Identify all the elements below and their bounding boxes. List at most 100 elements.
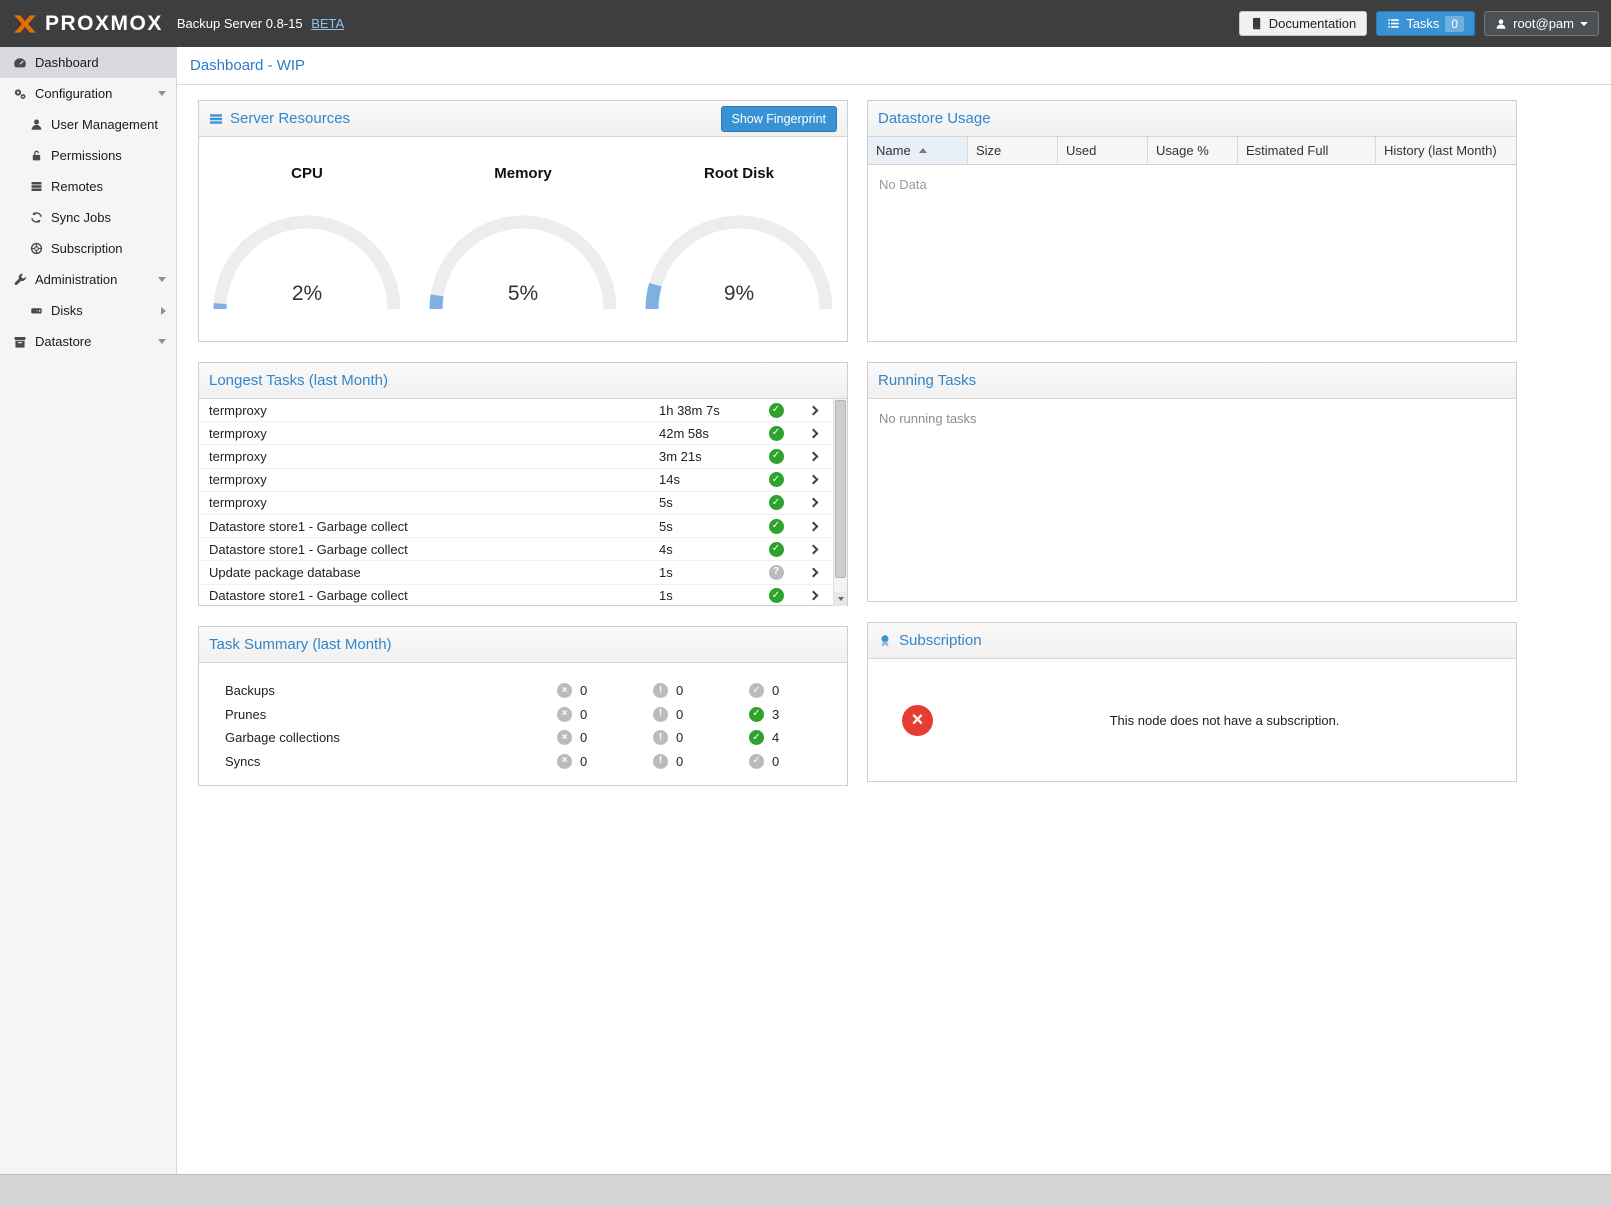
datastore-usage-title: Datastore Usage (878, 110, 991, 127)
column-label: Estimated Full (1246, 143, 1328, 158)
sidebar-item-label: User Management (51, 117, 158, 132)
vertical-scrollbar[interactable] (833, 399, 847, 606)
warning-icon: ! (653, 683, 668, 698)
task-name: termproxy (209, 403, 659, 418)
task-name: Datastore store1 - Garbage collect (209, 542, 659, 557)
task-row[interactable]: termproxy 14s ✓ (199, 469, 833, 492)
page-title: Dashboard - WIP (177, 47, 1611, 85)
dashboard-icon (12, 56, 28, 70)
sidebar-item-permissions[interactable]: Permissions (0, 140, 176, 171)
warning-count: 0 (676, 754, 683, 769)
task-name: Datastore store1 - Garbage collect (209, 519, 659, 534)
chevron-right-icon (808, 544, 818, 554)
product-label: Backup Server 0.8-15 (177, 16, 303, 31)
sidebar-item-user-management[interactable]: User Management (0, 109, 176, 140)
column-label: History (last Month) (1384, 143, 1497, 158)
sidebar-item-configuration[interactable]: Configuration (0, 78, 176, 109)
column-header-name[interactable]: Name (868, 137, 968, 164)
wrench-icon (12, 273, 28, 287)
user-menu-button[interactable]: root@pam (1484, 11, 1599, 36)
sidebar-item-remotes[interactable]: Remotes (0, 171, 176, 202)
ok-status-icon: ✓ (769, 542, 784, 557)
task-row[interactable]: termproxy 5s ✓ (199, 492, 833, 515)
task-row[interactable]: Update package database 1s ? (199, 561, 833, 584)
warning-count: 0 (676, 730, 683, 745)
top-bar: PROXMOX Backup Server 0.8-15 BETA Docume… (0, 0, 1611, 47)
task-name: termproxy (209, 472, 659, 487)
sidebar-item-disks[interactable]: Disks (0, 295, 176, 326)
scrollbar-thumb[interactable] (835, 400, 846, 578)
warning-count: 0 (676, 683, 683, 698)
chevron-down-icon (1580, 22, 1588, 26)
subscription-panel: Subscription × This node does not have a… (867, 622, 1517, 782)
task-duration: 5s (659, 519, 759, 534)
longest-tasks-panel: Longest Tasks (last Month) termproxy 1h … (198, 362, 848, 606)
chevron-right-icon (808, 567, 818, 577)
documentation-label: Documentation (1269, 17, 1356, 30)
sort-asc-icon (919, 148, 927, 153)
chevron-down-icon (158, 91, 166, 96)
unknown-status-icon: ? (769, 565, 784, 580)
gauge-label: CPU (207, 165, 407, 182)
beta-link[interactable]: BETA (311, 16, 344, 31)
product-version: Backup Server 0.8-15 BETA (177, 16, 344, 31)
proxmox-backup-app: PROXMOX Backup Server 0.8-15 BETA Docume… (0, 0, 1611, 1206)
summary-row: Garbage collections ×0 !0 ✓4 (225, 726, 847, 750)
show-fingerprint-button[interactable]: Show Fingerprint (721, 106, 838, 132)
user-icon (28, 118, 44, 131)
sidebar-item-administration[interactable]: Administration (0, 264, 176, 295)
life-ring-icon (28, 242, 44, 255)
sidebar-item-sync-jobs[interactable]: Sync Jobs (0, 202, 176, 233)
task-row[interactable]: termproxy 42m 58s ✓ (199, 422, 833, 445)
task-name: Datastore store1 - Garbage collect (209, 588, 659, 603)
ok-icon: ✓ (749, 707, 764, 722)
book-icon (1250, 17, 1263, 30)
memory-gauge: Memory 5% (423, 165, 623, 312)
warning-icon: ! (653, 754, 668, 769)
sidebar-item-datastore[interactable]: Datastore (0, 326, 176, 357)
task-row[interactable]: termproxy 1h 38m 7s ✓ (199, 399, 833, 422)
summary-row: Backups ×0 !0 ✓0 (225, 679, 847, 703)
running-tasks-panel: Running Tasks No running tasks (867, 362, 1517, 602)
sidebar-item-dashboard[interactable]: Dashboard (0, 47, 176, 78)
task-row[interactable]: Datastore store1 - Garbage collect 5s ✓ (199, 515, 833, 538)
task-duration: 1s (659, 588, 759, 603)
ok-count: 4 (772, 730, 779, 745)
task-row[interactable]: Datastore store1 - Garbage collect 1s ✓ (199, 585, 833, 607)
error-count: 0 (580, 683, 587, 698)
ok-count: 0 (772, 683, 779, 698)
warning-icon: ! (653, 730, 668, 745)
tasks-label: Tasks (1406, 17, 1439, 30)
column-header-estimated-full[interactable]: Estimated Full (1238, 137, 1376, 164)
task-row[interactable]: termproxy 3m 21s ✓ (199, 445, 833, 468)
ok-icon: ✓ (749, 683, 764, 698)
column-header-usage-pct[interactable]: Usage % (1148, 137, 1238, 164)
task-row[interactable]: Datastore store1 - Garbage collect 4s ✓ (199, 538, 833, 561)
documentation-button[interactable]: Documentation (1239, 11, 1367, 36)
cpu-gauge: CPU 2% (207, 165, 407, 312)
chevron-right-icon (161, 307, 166, 315)
sidebar-item-label: Disks (51, 303, 83, 318)
task-duration: 5s (659, 495, 759, 510)
scroll-down-button[interactable] (834, 592, 847, 606)
chevron-down-icon (158, 277, 166, 282)
subscription-message: This node does not have a subscription. (933, 713, 1516, 728)
chevron-right-icon (808, 475, 818, 485)
task-duration: 4s (659, 542, 759, 557)
no-subscription-icon: × (902, 705, 933, 736)
sidebar-item-subscription[interactable]: Subscription (0, 233, 176, 264)
column-header-size[interactable]: Size (968, 137, 1058, 164)
summary-label: Syncs (225, 754, 557, 769)
ok-status-icon: ✓ (769, 472, 784, 487)
summary-row: Prunes ×0 !0 ✓3 (225, 703, 847, 727)
tasks-button[interactable]: Tasks 0 (1376, 11, 1475, 36)
column-label: Usage % (1156, 143, 1209, 158)
task-name: termproxy (209, 495, 659, 510)
error-icon: × (557, 683, 572, 698)
warning-count: 0 (676, 707, 683, 722)
table-header-row: Name Size Used Usage % (868, 137, 1516, 165)
lock-icon (28, 149, 44, 162)
column-header-history[interactable]: History (last Month) (1376, 137, 1516, 164)
proxmox-logo: PROXMOX (12, 11, 163, 37)
column-header-used[interactable]: Used (1058, 137, 1148, 164)
